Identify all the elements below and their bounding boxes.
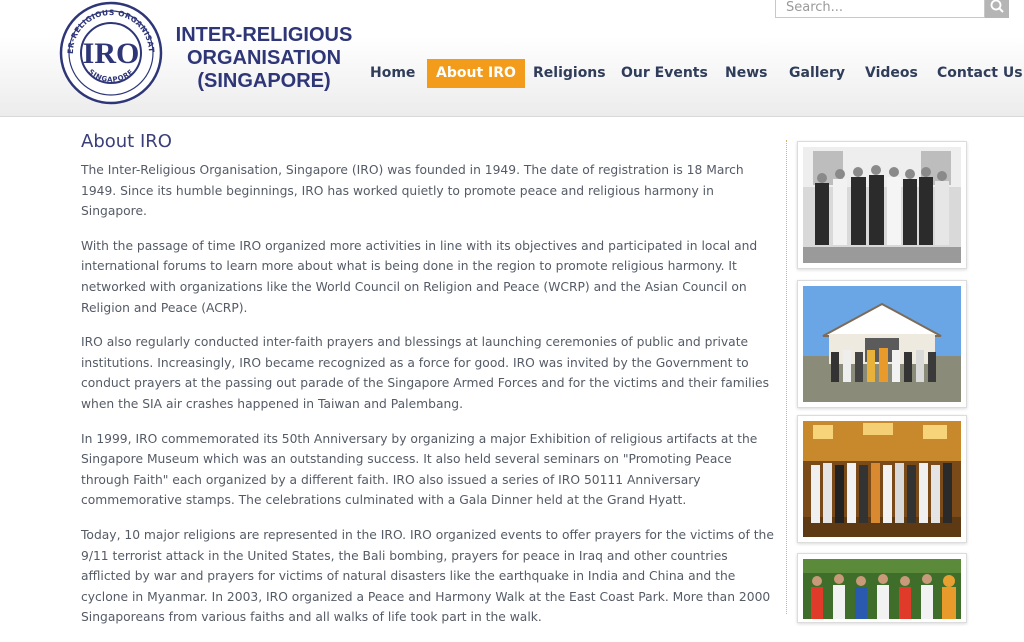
search-box xyxy=(775,0,986,18)
column-divider xyxy=(786,140,787,614)
about-content: The Inter-Religious Organisation, Singap… xyxy=(81,160,781,642)
site-header: INTER-RELIGIOUS ORGANISATION SINGAPORE I… xyxy=(0,0,1024,120)
main-nav: Home About IRO Religions Our Events News… xyxy=(0,59,1024,89)
sidebar-photo-2[interactable] xyxy=(797,280,967,408)
paragraph: In 1999, IRO commemorated its 50th Anniv… xyxy=(81,431,758,508)
nav-item-our-events[interactable]: Our Events xyxy=(621,59,708,88)
iro-logo[interactable]: INTER-RELIGIOUS ORGANISATION SINGAPORE I… xyxy=(56,0,163,105)
paragraph: IRO also regularly conducted inter-faith… xyxy=(81,335,769,411)
nav-item-gallery[interactable]: Gallery xyxy=(789,59,845,88)
sidebar-photo-4[interactable] xyxy=(797,553,967,623)
paragraph: The Inter-Religious Organisation, Singap… xyxy=(81,163,744,219)
nav-item-videos[interactable]: Videos xyxy=(865,59,918,88)
sidebar-photo-1[interactable] xyxy=(797,141,967,269)
nav-item-about-iro[interactable]: About IRO xyxy=(427,59,525,88)
page-title: About IRO xyxy=(81,131,172,152)
search-button[interactable] xyxy=(985,0,1009,18)
group-photo-outdoor-image xyxy=(803,286,961,402)
paragraph: Today, 10 major religions are represente… xyxy=(81,527,774,625)
group-photo-bw-image xyxy=(803,147,961,263)
nav-item-home[interactable]: Home xyxy=(370,59,415,88)
search-input[interactable] xyxy=(776,0,986,18)
sidebar-photo-3[interactable] xyxy=(797,415,967,543)
nav-item-news[interactable]: News xyxy=(725,59,767,88)
nav-item-contact-us[interactable]: Contact Us xyxy=(937,59,1023,88)
paragraph: With the passage of time IRO organized m… xyxy=(81,238,758,315)
org-name-line-1: INTER-RELIGIOUS xyxy=(175,24,353,46)
search-icon xyxy=(990,0,1004,13)
group-photo-walk-image xyxy=(803,559,961,619)
nav-item-religions[interactable]: Religions xyxy=(533,59,606,88)
group-photo-hall-image xyxy=(803,421,961,537)
